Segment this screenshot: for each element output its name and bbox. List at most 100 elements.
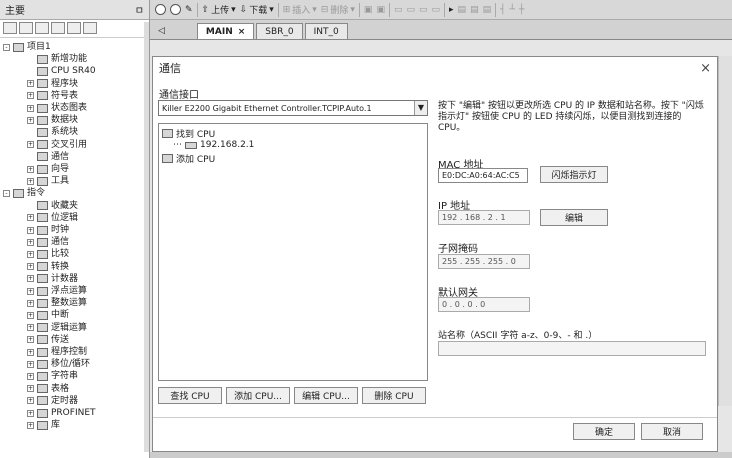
tree-item[interactable]: + 工具	[27, 175, 69, 187]
tab-int0[interactable]: INT_0	[304, 23, 348, 39]
tree-item[interactable]: + 表格	[27, 383, 69, 395]
doc-icon[interactable]	[51, 22, 65, 34]
expand-icon[interactable]: +	[27, 324, 34, 332]
added-cpu-node[interactable]: 添加 CPU	[162, 152, 215, 165]
delete-cpu-button[interactable]: 删除 CPU	[362, 387, 426, 404]
expand-icon[interactable]: +	[27, 409, 34, 417]
tree-item[interactable]: 收藏夹	[27, 200, 78, 212]
expand-icon[interactable]: +	[27, 165, 34, 173]
tree-view-icon[interactable]	[3, 22, 17, 34]
monitor-icon[interactable]	[83, 22, 97, 34]
expand-icon[interactable]: +	[27, 92, 34, 100]
expand-icon[interactable]: +	[27, 348, 34, 356]
branch-icon[interactable]: ┴	[510, 5, 515, 15]
branch-icon[interactable]: ┼	[519, 5, 524, 15]
expand-icon[interactable]: +	[27, 250, 34, 258]
insert-button[interactable]: ⊞ 插入 ▾	[283, 3, 317, 17]
collapse-icon[interactable]: -	[3, 43, 10, 51]
tab-main[interactable]: MAIN ×	[196, 23, 255, 39]
editor-scrollbar[interactable]	[718, 56, 732, 406]
download-button[interactable]: ⇩ 下载 ▾	[240, 3, 274, 17]
chevron-down-icon[interactable]: ▼	[414, 101, 427, 115]
expand-icon[interactable]: +	[27, 336, 34, 344]
tree-item[interactable]: + 浮点运算	[27, 285, 87, 297]
delete-button[interactable]: ⊟ 删除 ▾	[321, 3, 355, 17]
monitor-icon[interactable]: ▣	[364, 5, 373, 15]
expand-icon[interactable]: +	[27, 385, 34, 393]
tree-item[interactable]: + 转换	[27, 261, 69, 273]
tree-item[interactable]: + 计数器	[27, 273, 78, 285]
network-icon[interactable]: ▤	[458, 5, 467, 15]
list-view-icon[interactable]	[19, 22, 33, 34]
cpu-list-item[interactable]: ⋯ 192.168.2.1	[173, 140, 254, 150]
tree-item[interactable]: - 指令	[3, 187, 45, 199]
run-icon[interactable]	[155, 4, 166, 15]
find-cpu-button[interactable]: 查找 CPU	[158, 387, 222, 404]
expand-icon[interactable]: +	[27, 226, 34, 234]
cpu-list[interactable]: 找到 CPU ⋯ 192.168.2.1 添加 CPU	[158, 123, 428, 381]
tree-item[interactable]: + 符号表	[27, 90, 78, 102]
edit-icon[interactable]: ▭	[394, 5, 403, 15]
tree-item[interactable]: 系统块	[27, 126, 78, 138]
edit-icon[interactable]: ▭	[432, 5, 441, 15]
tree-item[interactable]: CPU SR40	[27, 65, 96, 77]
tree-item[interactable]: + 定时器	[27, 395, 78, 407]
network-icon[interactable]: ▤	[483, 5, 492, 15]
expand-icon[interactable]: +	[27, 116, 34, 124]
expand-icon[interactable]: +	[27, 104, 34, 112]
monitor-pause-icon[interactable]: ▣	[376, 5, 385, 15]
table-icon[interactable]	[67, 22, 81, 34]
edit-icon[interactable]: ▭	[419, 5, 428, 15]
tree-item[interactable]: + 整数运算	[27, 297, 87, 309]
expand-icon[interactable]: +	[27, 372, 34, 380]
tree-scrollbar[interactable]	[144, 22, 149, 452]
tree-item[interactable]: + 向导	[27, 163, 69, 175]
tree-item[interactable]: + 位逻辑	[27, 212, 78, 224]
edit-button[interactable]: 编辑	[540, 209, 608, 226]
expand-icon[interactable]: +	[27, 397, 34, 405]
tree-item[interactable]: 新增功能	[27, 53, 87, 65]
expand-icon[interactable]: +	[27, 177, 34, 185]
edit-icon[interactable]: ▭	[406, 5, 415, 15]
tree-item[interactable]: + 库	[27, 419, 60, 431]
tree-item[interactable]: + PROFINET	[27, 407, 96, 419]
pin-icon[interactable]: ㅁ	[135, 2, 144, 17]
interface-select[interactable]: Killer E2200 Gigabit Ethernet Controller…	[158, 100, 428, 116]
close-icon[interactable]: ×	[700, 61, 711, 76]
expand-icon[interactable]: +	[27, 421, 34, 429]
expand-icon[interactable]: +	[27, 287, 34, 295]
tab-sbr0[interactable]: SBR_0	[256, 23, 303, 39]
tree-item[interactable]: + 程序块	[27, 78, 78, 90]
tree-item[interactable]: + 中断	[27, 309, 69, 321]
branch-icon[interactable]: ┤	[500, 5, 505, 15]
flash-led-button[interactable]: 闪烁指示灯	[540, 166, 608, 183]
tree-item[interactable]: + 程序控制	[27, 346, 87, 358]
tree-item[interactable]: 通信	[27, 151, 69, 163]
edit-cpu-button[interactable]: 编辑 CPU...	[294, 387, 358, 404]
ok-button[interactable]: 确定	[573, 423, 635, 440]
stop-icon[interactable]	[170, 4, 181, 15]
doc-icon[interactable]	[35, 22, 49, 34]
tree-item[interactable]: + 时钟	[27, 224, 69, 236]
expand-icon[interactable]: +	[27, 360, 34, 368]
tree-item[interactable]: + 交叉引用	[27, 139, 87, 151]
expand-icon[interactable]: +	[27, 299, 34, 307]
found-cpu-node[interactable]: 找到 CPU	[162, 127, 215, 140]
arrow-icon[interactable]: ▸	[449, 5, 454, 15]
expand-icon[interactable]: +	[27, 311, 34, 319]
horizontal-scrollbar[interactable]	[150, 452, 732, 458]
tree-item[interactable]: + 通信	[27, 236, 69, 248]
expand-icon[interactable]: +	[27, 275, 34, 283]
add-cpu-button[interactable]: 添加 CPU...	[226, 387, 290, 404]
compile-icon[interactable]: ✎	[185, 5, 193, 15]
expand-icon[interactable]: +	[27, 80, 34, 88]
cancel-button[interactable]: 取消	[641, 423, 703, 440]
tree-item[interactable]: + 传送	[27, 334, 69, 346]
expand-icon[interactable]: +	[27, 263, 34, 271]
network-icon[interactable]: ▤	[470, 5, 479, 15]
tree-item[interactable]: - 项目1	[3, 41, 51, 53]
tree-item[interactable]: + 逻辑运算	[27, 322, 87, 334]
tree-item[interactable]: + 状态图表	[27, 102, 87, 114]
expand-icon[interactable]: +	[27, 238, 34, 246]
tree-item[interactable]: + 数据块	[27, 114, 78, 126]
